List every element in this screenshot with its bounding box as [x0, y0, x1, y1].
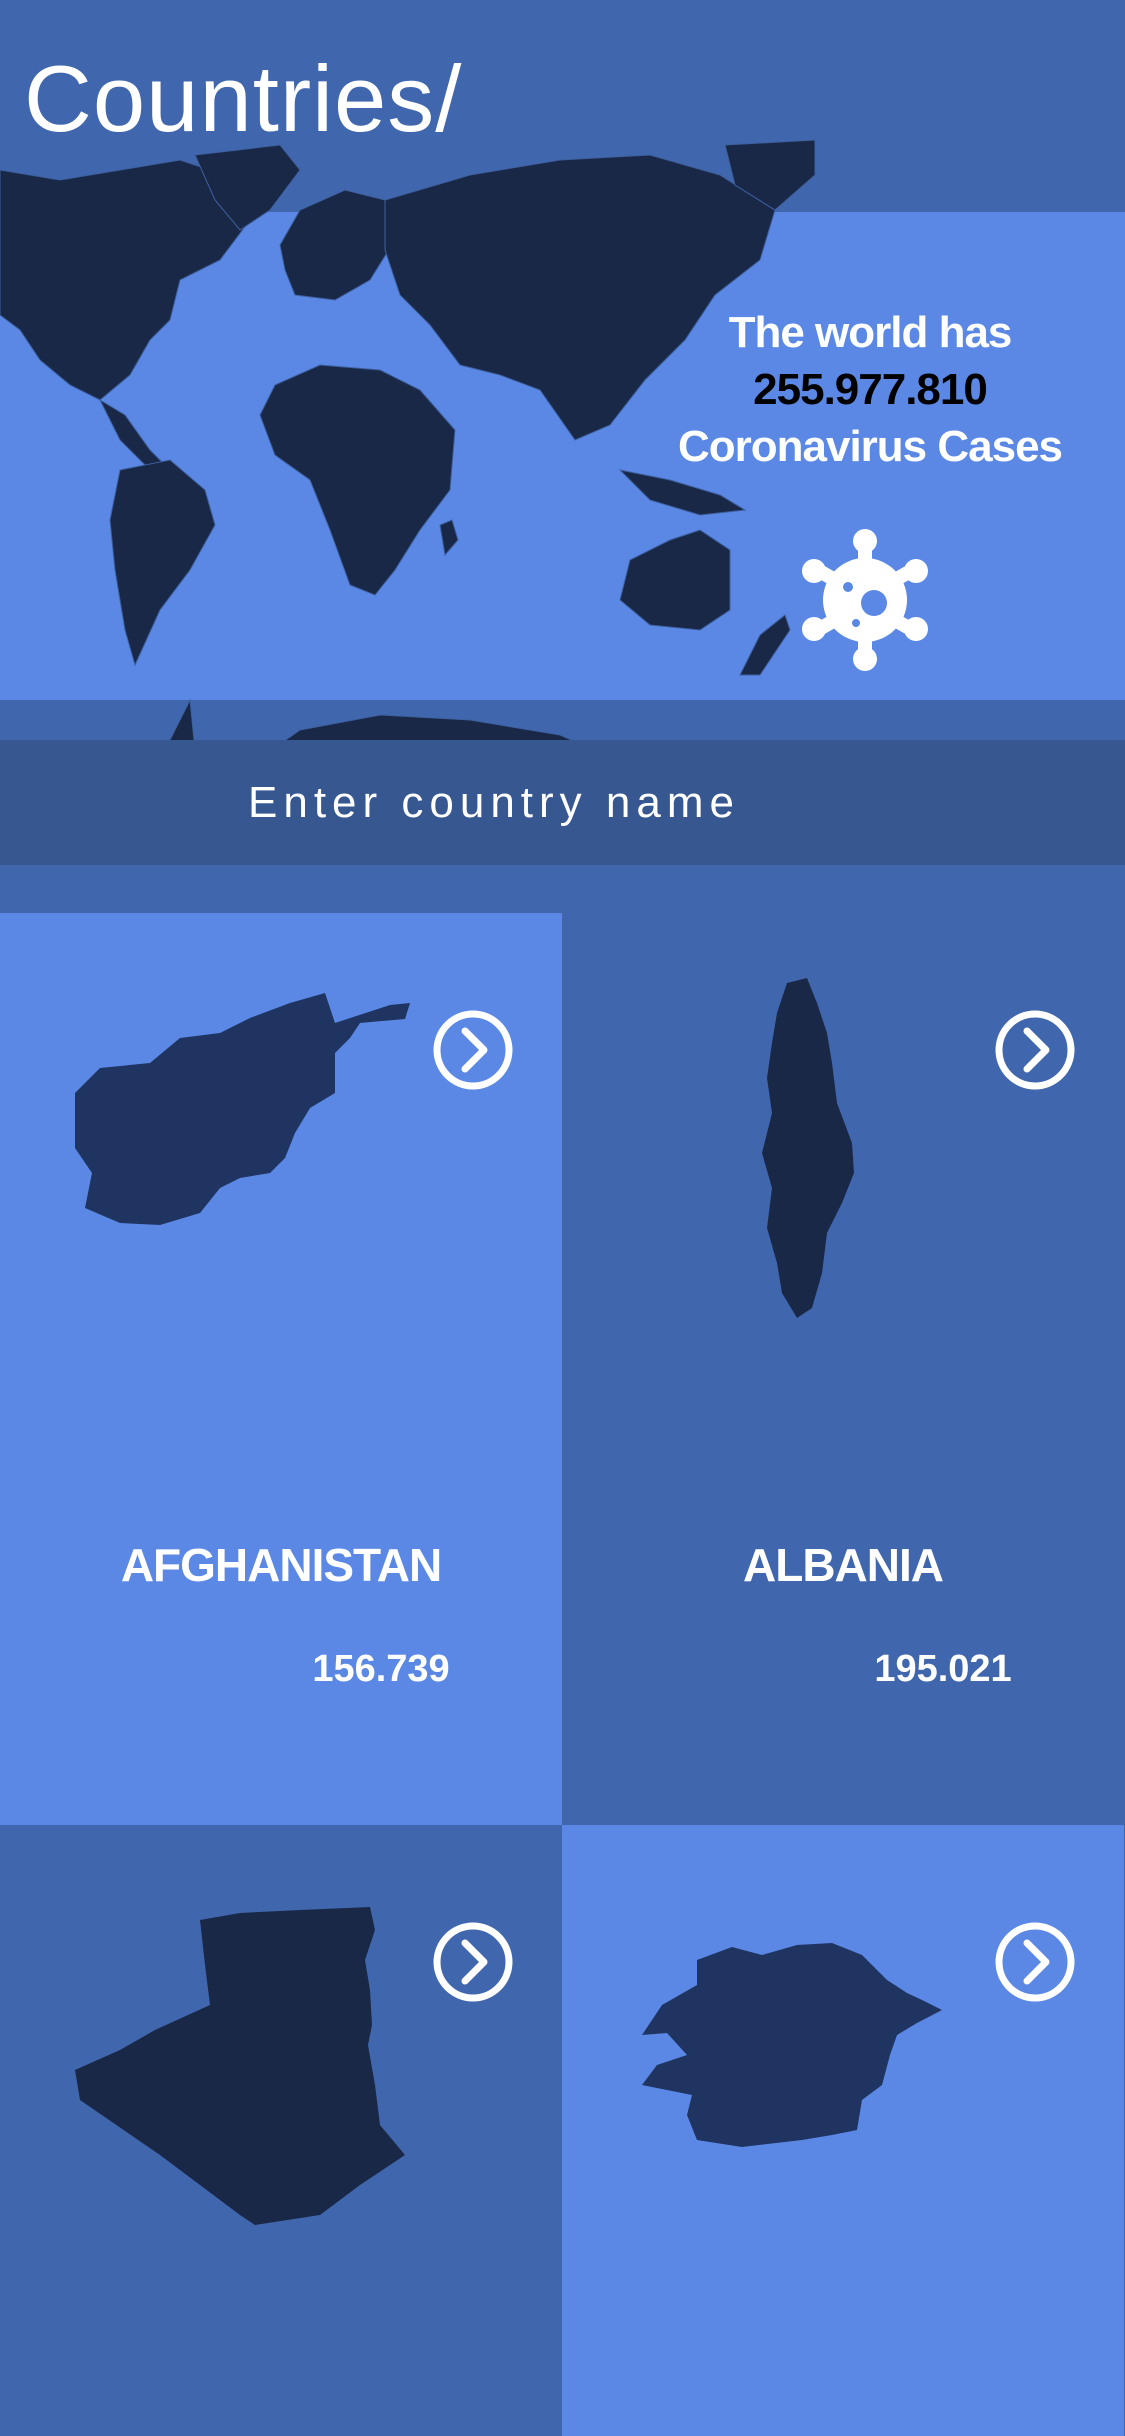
algeria-map: [75, 1907, 405, 2225]
world-case-caption: Coronavirus Cases: [677, 422, 1063, 471]
world-case-summary: The world has 255.977.810 Coronavirus Ca…: [660, 304, 1080, 475]
chevron-right-circle-icon[interactable]: [994, 1009, 1076, 1091]
north-america-shape: [0, 159, 251, 401]
madagascar-shape: [439, 519, 459, 557]
new-zealand-shape: [739, 614, 791, 676]
virus-icon: [802, 529, 928, 671]
country-case-count: 156.739: [312, 1648, 450, 1690]
central-america-shape: [98, 398, 166, 471]
africa-shape: [259, 364, 456, 596]
country-card-andorra[interactable]: [562, 1825, 1124, 2436]
chevron-right-circle-icon[interactable]: [432, 1921, 514, 2003]
country-case-count: 195.021: [874, 1648, 1012, 1690]
chevron-right-circle-icon[interactable]: [432, 1009, 514, 1091]
country-card-algeria[interactable]: [0, 1825, 562, 2436]
europe-shape: [279, 189, 396, 301]
search-bar: [0, 740, 1125, 865]
country-name: AFGHANISTAN: [120, 1539, 442, 1591]
country-name: ALBANIA: [743, 1539, 944, 1591]
andorra-map: [642, 1943, 942, 2147]
afghanistan-map: [75, 993, 410, 1225]
spacer: [0, 865, 1125, 913]
south-america-shape: [109, 459, 216, 667]
world-case-count: 255.977.810: [753, 365, 988, 414]
southeast-asia-shape: [618, 469, 747, 516]
albania-map: [762, 978, 854, 1318]
country-card-afghanistan[interactable]: AFGHANISTAN 156.739: [0, 913, 562, 1825]
country-search-input[interactable]: [0, 740, 1125, 865]
chevron-right-circle-icon[interactable]: [994, 1921, 1076, 2003]
australia-shape: [619, 529, 731, 631]
country-card-albania[interactable]: ALBANIA 195.021: [562, 913, 1124, 1825]
world-case-label: The world has: [728, 308, 1013, 357]
